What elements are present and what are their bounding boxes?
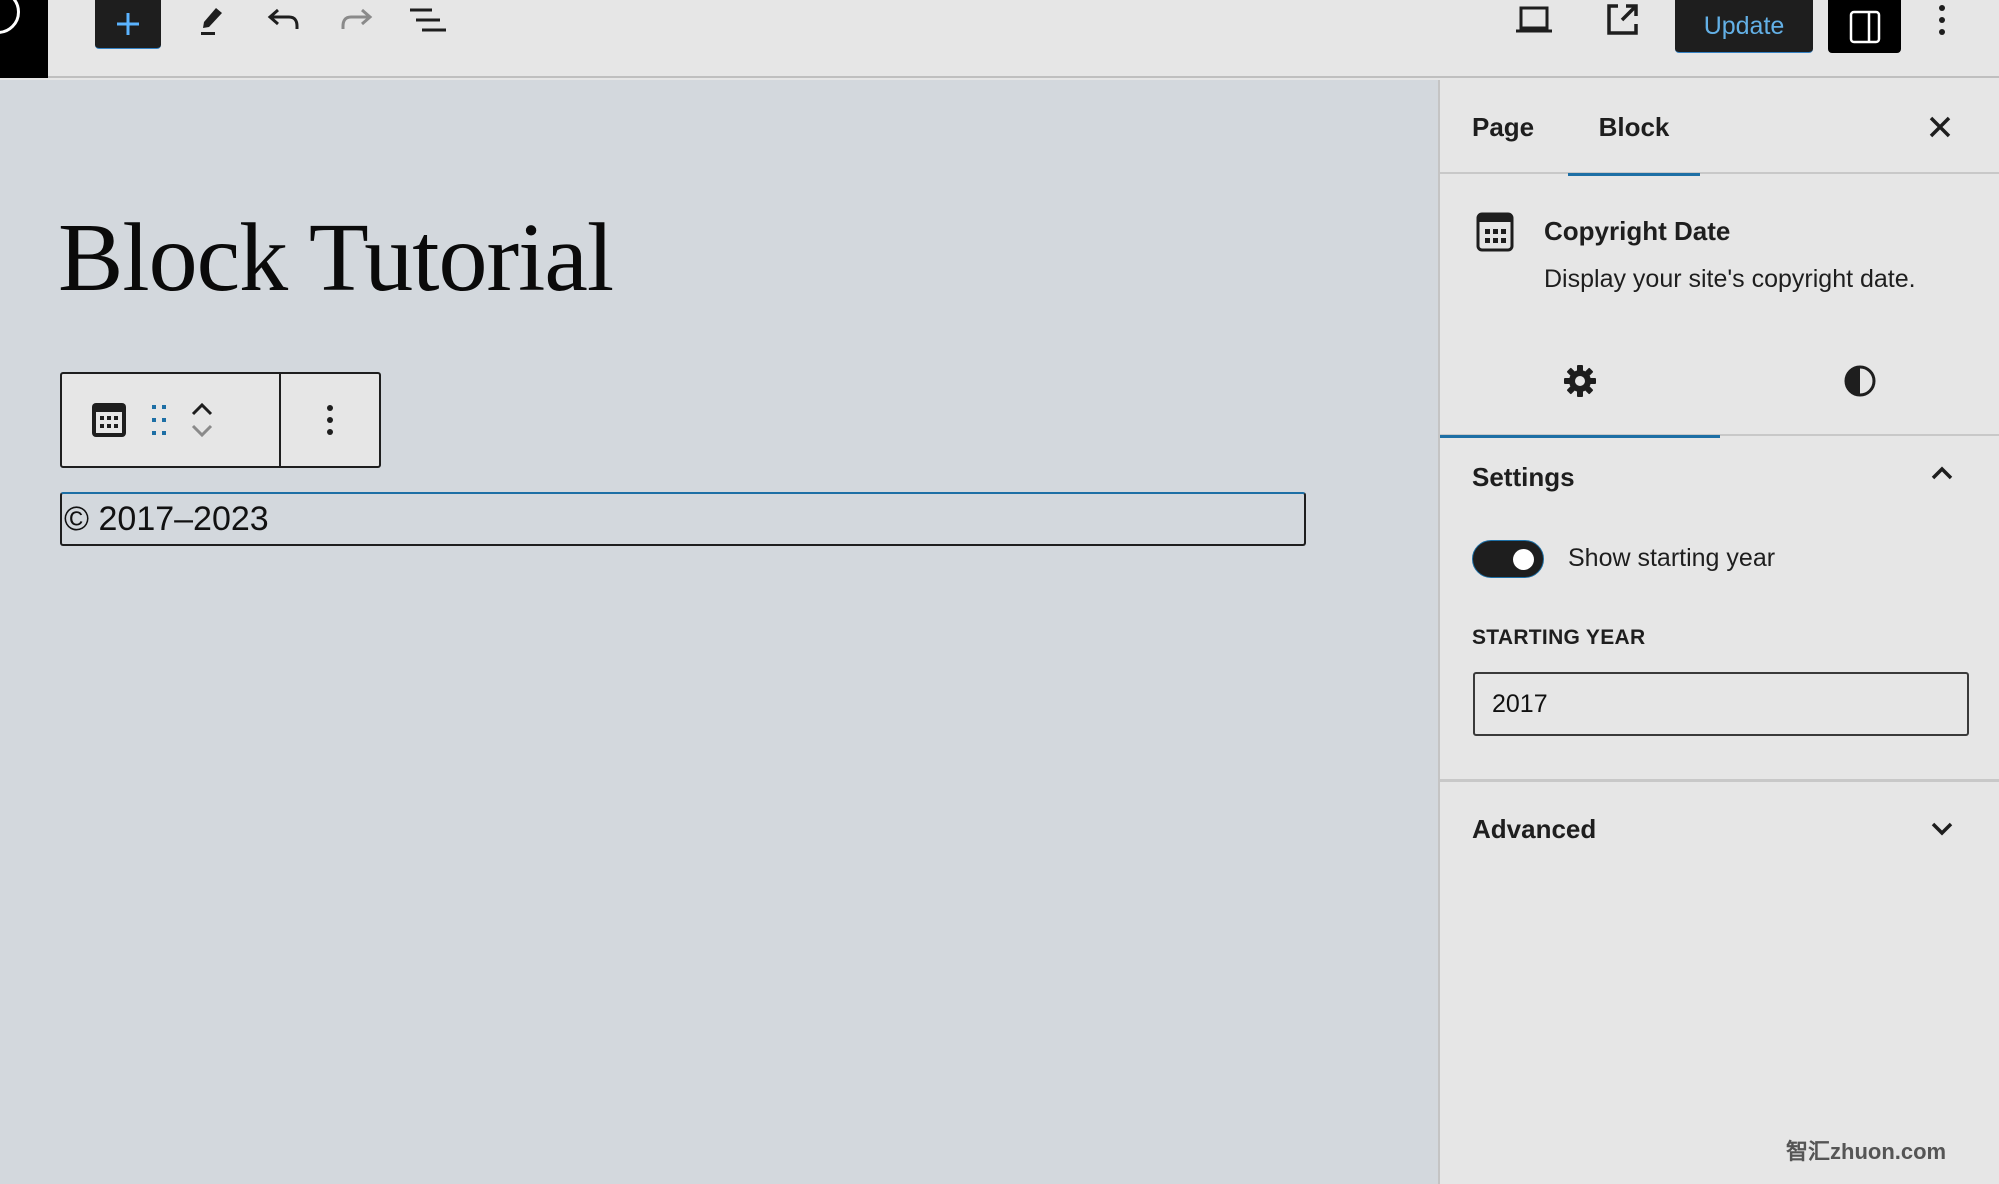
settings-sidebar-toggle[interactable] [1828, 0, 1901, 53]
chevron-up-icon [1931, 466, 1953, 480]
chevron-down-icon [1931, 822, 1953, 836]
update-label: Update [1703, 11, 1785, 40]
editor-canvas: Block Tutorial © 2017–2023 [0, 80, 1438, 1184]
undo-icon [267, 8, 299, 29]
pencil-icon [201, 8, 222, 35]
drag-handle[interactable] [150, 403, 168, 437]
calendar-icon [92, 403, 126, 437]
laptop-icon [1516, 6, 1552, 33]
view-post-button[interactable] [1598, 0, 1646, 40]
wordpress-logo-icon[interactable] [0, 0, 48, 78]
options-menu-button[interactable] [1922, 0, 1962, 40]
close-icon [1929, 116, 1951, 138]
update-button[interactable]: Update [1675, 0, 1813, 53]
plus-icon [117, 13, 139, 35]
move-up-button[interactable] [190, 402, 214, 416]
block-inserter-button[interactable] [95, 0, 161, 49]
copyright-date-block[interactable]: © 2017–2023 [60, 492, 1306, 546]
drag-handle-icon [152, 405, 166, 435]
advanced-panel-expand-button[interactable] [1930, 822, 1954, 841]
undo-button[interactable] [260, 0, 308, 40]
block-card-title: Copyright Date [1544, 216, 1731, 246]
chevron-up-icon [191, 402, 213, 416]
settings-panel-toggle[interactable]: Settings [1472, 462, 1575, 493]
preview-button[interactable] [1510, 0, 1558, 40]
block-toolbar-more-group [281, 374, 379, 466]
chevron-down-icon [191, 424, 213, 438]
block-card-description: Display your site's copyright date. [1544, 265, 1916, 293]
post-title[interactable]: Block Tutorial [58, 202, 614, 314]
tools-button[interactable] [188, 0, 236, 40]
tab-styles[interactable] [1720, 326, 1999, 436]
watermark: 智汇zhuon.com [1786, 1139, 1947, 1164]
tab-settings[interactable] [1440, 326, 1720, 438]
calendar-icon [1476, 212, 1514, 257]
gear-icon [1564, 365, 1596, 397]
redo-icon [341, 8, 373, 29]
list-view-icon [410, 8, 446, 32]
external-link-icon [1607, 4, 1638, 35]
starting-year-label: STARTING YEAR [1472, 626, 1646, 649]
tab-block[interactable]: Block [1568, 80, 1700, 176]
starting-year-input[interactable] [1473, 672, 1969, 736]
show-starting-year-toggle[interactable] [1472, 540, 1544, 578]
inspector-tabs [1440, 326, 1999, 438]
block-options-button[interactable] [326, 404, 334, 436]
advanced-panel-toggle[interactable]: Advanced [1472, 814, 1596, 845]
settings-panel-collapse-button[interactable] [1930, 466, 1954, 485]
settings-sidebar: Page Block Copyright Date Display your s… [1438, 80, 1999, 1184]
block-toolbar-main-group [62, 374, 281, 466]
editor-header: Update [0, 0, 1999, 78]
sidebar-toggle-icon [1849, 10, 1880, 43]
toggle-knob [1513, 549, 1534, 570]
block-toolbar [60, 372, 381, 468]
tab-page[interactable]: Page [1472, 80, 1534, 174]
redo-button[interactable] [332, 0, 380, 40]
list-view-button[interactable] [404, 0, 452, 40]
block-type-button[interactable] [90, 401, 128, 439]
show-starting-year-label: Show starting year [1568, 544, 1776, 572]
more-vertical-icon [1939, 5, 1945, 35]
sidebar-tabs: Page Block [1440, 80, 1999, 176]
block-movers [190, 402, 214, 438]
advanced-panel: Advanced [1440, 782, 1999, 882]
close-sidebar-button[interactable] [1920, 107, 1960, 147]
move-down-button[interactable] [190, 424, 214, 438]
settings-panel: Settings Show starting year STARTING YEA… [1440, 436, 1999, 782]
contrast-icon [1844, 365, 1876, 397]
block-card: Copyright Date Display your site's copyr… [1440, 176, 1999, 326]
more-vertical-icon [327, 405, 333, 435]
